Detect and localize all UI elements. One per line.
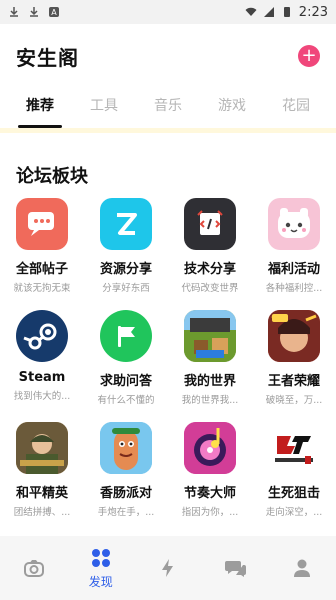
forum-subtitle: 我的世界我... xyxy=(181,395,239,406)
sniper-logo-icon xyxy=(268,422,320,474)
download-icon xyxy=(30,7,38,17)
forum-item-all-posts[interactable]: 全部帖子 就该无拘无束 xyxy=(0,198,84,294)
notification-icons: A xyxy=(8,6,60,18)
forum-title: 和平精英 xyxy=(15,486,68,501)
forum-subtitle: 代码改变世界 xyxy=(181,283,239,294)
user-icon xyxy=(294,559,311,577)
wifi-icon xyxy=(245,7,257,16)
signal-icon xyxy=(263,7,274,17)
soldier-icon xyxy=(16,422,68,474)
forum-item-sausage-party[interactable]: 香肠派对 手炮在手，... xyxy=(84,422,168,518)
section-title: 论坛板块 xyxy=(16,166,88,187)
bottom-nav: 发现 xyxy=(0,536,336,600)
flag-icon xyxy=(100,310,152,362)
steam-icon xyxy=(16,310,68,362)
grid-icon xyxy=(91,548,110,567)
music-disc-icon xyxy=(184,422,236,474)
forum-item-minecraft[interactable]: 我的世界 我的世界我... xyxy=(168,310,252,406)
forum-item-rhythm-master[interactable]: 节奏大师 指因为你，... xyxy=(168,422,252,518)
tab-games[interactable]: 游戏 xyxy=(200,92,264,128)
category-tabs: 推荐 工具 音乐 游戏 花园 xyxy=(0,92,336,128)
forum-grid: 全部帖子 就该无拘无束 资源分享 分享好东西 技术分享 代码改变世界 福利活动 … xyxy=(0,198,336,518)
status-bar: A 2:23 xyxy=(0,0,336,24)
forum-title: 香肠派对 xyxy=(99,486,152,501)
forum-subtitle: 手炮在手，... xyxy=(97,507,155,518)
forum-item-tech[interactable]: 技术分享 代码改变世界 xyxy=(168,198,252,294)
forum-item-honor-of-kings[interactable]: 王者荣耀 破晓至，万... xyxy=(252,310,336,406)
app-header: 安生阁 + xyxy=(0,24,336,88)
chat-icon xyxy=(225,561,247,577)
forum-subtitle: 走向深空，... xyxy=(265,507,323,518)
forum-title: 求助问答 xyxy=(99,374,152,389)
status-time: 2:23 xyxy=(298,4,328,20)
sausage-icon xyxy=(100,422,152,474)
nav-discover-label: 发现 xyxy=(88,574,113,589)
forum-title: 王者荣耀 xyxy=(267,374,320,389)
forum-subtitle: 破晓至，万... xyxy=(265,395,323,406)
forum-subtitle: 各种福利控... xyxy=(265,283,323,294)
forum-subtitle: 有什么不懂的 xyxy=(97,395,155,406)
tab-tools[interactable]: 工具 xyxy=(72,92,136,128)
tab-garden[interactable]: 花园 xyxy=(264,92,328,128)
tab-music[interactable]: 音乐 xyxy=(136,92,200,128)
nav-camera[interactable] xyxy=(0,536,67,600)
tab-divider xyxy=(0,128,336,133)
add-button[interactable]: + xyxy=(298,45,320,67)
forum-title: Steam xyxy=(18,370,66,385)
forum-item-welfare[interactable]: 福利活动 各种福利控... xyxy=(252,198,336,294)
forum-item-peace-elite[interactable]: 和平精英 团结拼搏、... xyxy=(0,422,84,518)
code-notebook-icon xyxy=(184,198,236,250)
nav-discover[interactable]: 发现 xyxy=(67,536,134,600)
forum-item-help[interactable]: 求助问答 有什么不懂的 xyxy=(84,310,168,406)
forum-title: 全部帖子 xyxy=(15,262,68,277)
forum-title: 我的世界 xyxy=(183,374,236,389)
hero-game-icon xyxy=(268,310,320,362)
forum-title: 节奏大师 xyxy=(183,486,236,501)
battery-icon xyxy=(283,7,290,17)
nav-trending[interactable] xyxy=(134,536,201,600)
forum-subtitle: 就该无拘无束 xyxy=(13,283,71,294)
forum-title: 资源分享 xyxy=(99,262,152,277)
app-a-icon: A xyxy=(49,7,59,17)
forum-subtitle: 分享好东西 xyxy=(102,283,150,294)
forum-subtitle: 指因为你，... xyxy=(181,507,239,518)
z-logo-icon xyxy=(100,198,152,250)
cute-face-icon xyxy=(268,198,320,250)
forum-item-life-or-death[interactable]: 生死狙击 走向深空，... xyxy=(252,422,336,518)
nav-messages[interactable] xyxy=(202,536,269,600)
forum-subtitle: 团结拼搏、... xyxy=(13,507,71,518)
tab-recommend[interactable]: 推荐 xyxy=(8,92,72,128)
chat-bubble-icon xyxy=(16,198,68,250)
download-icon xyxy=(10,7,18,17)
forum-item-resources[interactable]: 资源分享 分享好东西 xyxy=(84,198,168,294)
forum-subtitle: 找到伟大的... xyxy=(13,391,71,402)
app-title: 安生阁 xyxy=(16,45,79,70)
nav-profile[interactable] xyxy=(269,536,336,600)
minecraft-icon xyxy=(184,310,236,362)
camera-icon xyxy=(23,560,44,577)
forum-title: 生死狙击 xyxy=(267,486,320,501)
forum-item-steam[interactable]: Steam 找到伟大的... xyxy=(0,310,84,406)
svg-text:A: A xyxy=(51,8,57,17)
forum-title: 技术分享 xyxy=(183,262,236,277)
forum-title: 福利活动 xyxy=(267,262,320,277)
system-status: 2:23 xyxy=(245,5,328,20)
lightning-icon xyxy=(162,559,173,577)
